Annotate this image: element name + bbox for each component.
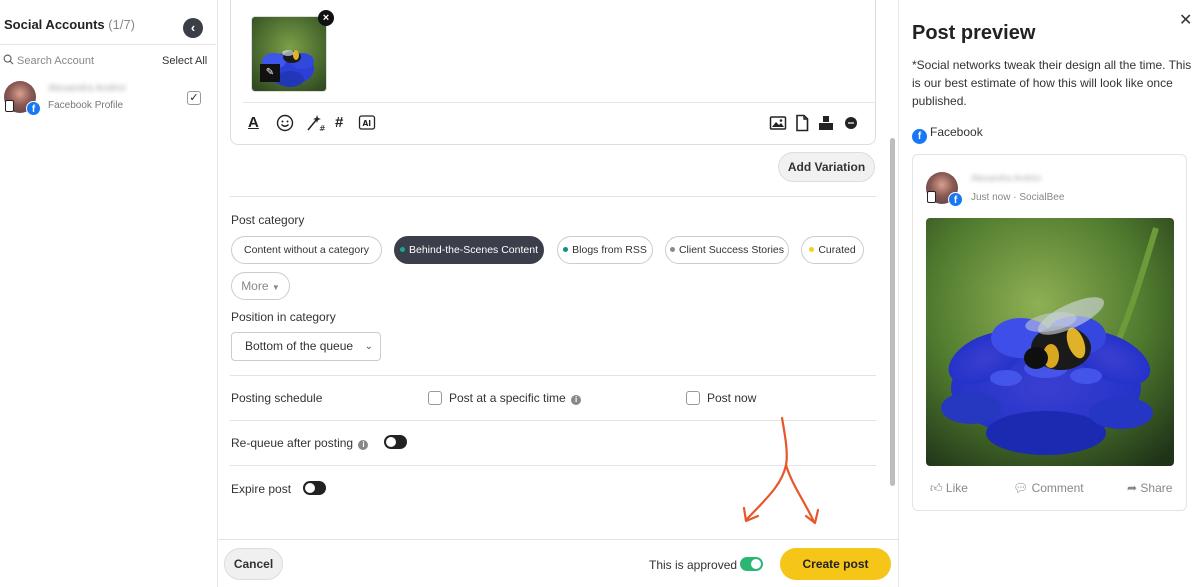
post-preview-panel: ✕ Post preview *Social networks tweak th… xyxy=(898,0,1200,587)
close-icon[interactable]: ✕ xyxy=(1179,10,1192,30)
facebook-icon: f xyxy=(26,101,41,116)
account-checkbox[interactable]: ✓ xyxy=(187,91,201,105)
text-format-icon[interactable]: A xyxy=(248,114,259,132)
preview-card: f Alexandra Andrici Just now · SocialBee xyxy=(912,154,1187,511)
category-pill-client-success[interactable]: Client Success Stories xyxy=(665,236,789,264)
bee-flower-image xyxy=(926,218,1174,466)
info-icon[interactable]: i xyxy=(358,440,369,450)
posting-schedule-label: Posting schedule xyxy=(231,391,323,405)
divider xyxy=(230,375,876,376)
collapse-sidebar-button[interactable]: ‹ xyxy=(183,18,203,38)
post-now-checkbox[interactable] xyxy=(686,391,700,405)
more-circle-icon[interactable] xyxy=(843,114,859,132)
editor-footer: Cancel This is approved Create post xyxy=(218,539,898,587)
category-pill-blogs-rss[interactable]: Blogs from RSS xyxy=(557,236,653,264)
select-all-link[interactable]: Select All xyxy=(162,55,207,67)
toggle-knob xyxy=(751,559,761,569)
social-accounts-sidebar: Social Accounts (1/7) ‹ Search Account S… xyxy=(0,0,218,587)
account-item[interactable]: f Alexandra Andrici Facebook Profile ✓ xyxy=(4,81,214,121)
share-action: ➦ Share xyxy=(1127,481,1173,495)
sidebar-title: Social Accounts (1/7) xyxy=(4,17,136,32)
comment-action: 💬︎ Comment xyxy=(1013,481,1084,495)
editor-divider xyxy=(243,102,875,103)
approved-toggle[interactable] xyxy=(740,557,763,571)
category-pill-none[interactable]: Content without a category xyxy=(231,236,382,264)
like-action: 👍︎ Like xyxy=(930,481,968,495)
search-icon xyxy=(3,54,14,65)
divider xyxy=(230,196,876,197)
approved-label: This is approved xyxy=(649,558,738,572)
annotation-arrows xyxy=(742,416,820,525)
hashtag-icon[interactable]: # xyxy=(335,114,343,132)
preview-image xyxy=(926,218,1174,466)
category-pill-behind-the-scenes[interactable]: Behind-the-Scenes Content xyxy=(394,236,544,264)
scrollbar[interactable] xyxy=(890,138,895,486)
expire-post-label: Expire post xyxy=(231,482,292,496)
stamp-icon[interactable] xyxy=(817,114,835,132)
category-pill-curated[interactable]: Curated xyxy=(801,236,864,264)
specific-time-checkbox[interactable] xyxy=(428,391,442,405)
category-color-dot xyxy=(563,247,569,252)
requeue-label: Re-queue after posting i xyxy=(231,436,369,450)
account-avatar: f xyxy=(4,81,41,117)
more-categories-button[interactable]: More ▼ xyxy=(231,272,290,300)
specific-time-label: Post at a specific time i xyxy=(449,391,582,405)
post-now-label: Post now xyxy=(707,391,757,405)
facebook-icon: f xyxy=(912,129,927,144)
document-icon[interactable] xyxy=(794,114,810,132)
thumbs-up-icon: 👍︎ xyxy=(930,481,943,495)
preview-disclaimer: *Social networks tweak their design all … xyxy=(912,58,1192,108)
expire-post-toggle[interactable] xyxy=(303,481,326,495)
search-account-input[interactable]: Search Account xyxy=(3,54,94,67)
emoji-icon[interactable] xyxy=(276,114,294,132)
phone-icon xyxy=(927,191,936,203)
category-color-dot xyxy=(669,247,675,252)
category-color-dot xyxy=(400,247,405,252)
phone-icon xyxy=(5,100,14,112)
share-icon: ➦ xyxy=(1127,481,1138,495)
create-post-button[interactable]: Create post xyxy=(780,548,891,580)
toggle-knob xyxy=(305,483,315,493)
position-select[interactable]: Bottom of the queue ⌄ xyxy=(231,332,381,361)
preview-timestamp: Just now · SocialBee xyxy=(971,192,1065,203)
comment-icon: 💬︎ xyxy=(1013,481,1029,495)
svg-text:AI: AI xyxy=(363,119,372,128)
requeue-toggle[interactable] xyxy=(384,435,407,449)
post-category-label: Post category xyxy=(231,213,305,227)
account-count: (1/7) xyxy=(108,17,136,32)
preview-account-name: Alexandra Andrici xyxy=(971,173,1042,183)
preview-network: f Facebook xyxy=(912,125,983,144)
preview-avatar: f xyxy=(926,172,963,208)
toggle-knob xyxy=(386,437,396,447)
info-icon[interactable]: i xyxy=(571,395,582,405)
svg-text:#: # xyxy=(319,124,326,132)
add-variation-button[interactable]: Add Variation xyxy=(778,152,875,182)
edit-media-button[interactable]: ✎ xyxy=(260,64,280,82)
position-label: Position in category xyxy=(231,310,336,324)
editor-box: × ✎ A # # AI xyxy=(230,0,876,145)
sidebar-header: Social Accounts (1/7) ‹ xyxy=(0,5,216,45)
account-type: Facebook Profile xyxy=(48,100,124,111)
preview-title: Post preview xyxy=(912,22,1036,44)
caret-down-icon: ▼ xyxy=(271,283,280,292)
category-color-dot xyxy=(809,247,815,252)
account-name: Alexandra Andrici xyxy=(48,83,126,94)
image-icon[interactable] xyxy=(769,114,787,132)
chevron-down-icon: ⌄ xyxy=(364,341,373,352)
facebook-icon: f xyxy=(948,192,963,207)
ai-icon[interactable]: AI xyxy=(358,114,376,132)
remove-media-button[interactable]: × xyxy=(318,10,334,26)
magic-hashtag-icon[interactable]: # xyxy=(306,114,326,133)
cancel-button[interactable]: Cancel xyxy=(224,548,283,580)
